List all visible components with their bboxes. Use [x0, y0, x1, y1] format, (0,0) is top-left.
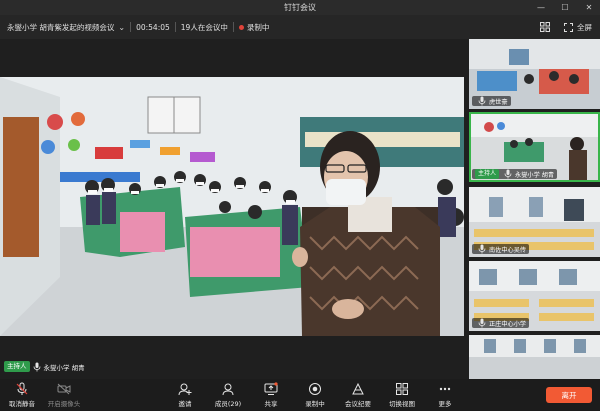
camera-off-icon	[57, 383, 71, 395]
close-icon[interactable]: ✕	[584, 0, 594, 15]
minutes-icon	[352, 382, 364, 395]
classroom-video-image	[0, 77, 464, 336]
record-dot-icon	[238, 24, 244, 30]
invite-label: 邀请	[178, 400, 192, 408]
window-controls: — ☐ ✕	[536, 0, 594, 15]
grid-layout-icon	[540, 22, 550, 32]
more-label: 更多	[438, 400, 452, 408]
participant-label: 主持人 永燮小学 胡青	[472, 169, 558, 179]
title-bar: 钉钉会议 — ☐ ✕	[0, 0, 600, 15]
participant-label: 正庄中心小学	[472, 318, 530, 328]
participant-thumbnails: ︿ 虎世豪	[469, 39, 600, 379]
participant-tile[interactable]: 南佐中心吴传	[469, 187, 600, 257]
grid-view-icon	[396, 383, 408, 395]
layout-button[interactable]	[540, 22, 550, 32]
meeting-minutes-button[interactable]: 会议纪要	[338, 382, 378, 410]
meeting-name: 永燮小学 胡青紫发起的视频会议	[7, 22, 115, 32]
divider	[174, 22, 176, 32]
window-title: 钉钉会议	[284, 3, 316, 12]
participant-label: 南佐中心吴传	[472, 244, 530, 254]
participants-status: 19人在会议中	[180, 22, 228, 32]
recording-status: 录制中	[246, 22, 270, 32]
participant-name: 永燮小学 胡青	[515, 171, 555, 179]
share-label: 共享	[264, 400, 278, 408]
add-user-icon	[178, 383, 192, 396]
microphone-icon	[33, 362, 40, 371]
more-button[interactable]: 更多	[425, 382, 465, 410]
meeting-toolbar: 取消静音 开启摄像头 邀请 成员(29) 共享 录制中 会议纪要 切换视图 更多…	[0, 379, 600, 411]
participant-label: 虎世豪	[472, 96, 511, 106]
maximize-icon[interactable]: ☐	[560, 0, 570, 15]
invite-button[interactable]: 邀请	[165, 382, 205, 410]
meeting-duration: 00:54:05	[136, 22, 170, 32]
members-icon	[222, 383, 234, 396]
switch-view-label: 切换视图	[389, 400, 415, 408]
meeting-window: 钉钉会议 — ☐ ✕ 永燮小学 胡青紫发起的视频会议 ⌄ 00:54:05 19…	[0, 0, 600, 411]
microphone-muted-icon	[16, 382, 28, 395]
recording-indicator: 录制中	[238, 22, 270, 33]
fullscreen-button[interactable]: 全屏	[564, 22, 592, 33]
participant-tile[interactable]	[469, 335, 600, 379]
main-video-feed[interactable]	[0, 77, 464, 336]
recording-label: 录制中	[305, 400, 325, 408]
share-button[interactable]: 共享	[251, 382, 291, 410]
more-icon	[439, 387, 451, 391]
recording-button[interactable]: 录制中	[295, 382, 335, 410]
record-icon	[309, 383, 321, 395]
host-badge: 主持人	[4, 361, 30, 372]
chevron-down-icon: ⌄	[118, 22, 126, 32]
participant-name: 虎世豪	[489, 98, 508, 106]
participant-tile-active[interactable]: 主持人 永燮小学 胡青	[469, 112, 600, 182]
start-camera-label: 开启摄像头	[47, 400, 81, 408]
participant-name: 正庄中心小学	[489, 320, 527, 328]
meeting-name-dropdown[interactable]: 永燮小学 胡青紫发起的视频会议 ⌄	[7, 22, 125, 33]
unmute-button[interactable]: 取消静音	[2, 382, 42, 410]
share-screen-icon	[264, 382, 278, 395]
main-speaker-tag: 主持人 永燮小学 胡青	[4, 361, 85, 372]
fullscreen-icon	[564, 22, 573, 32]
meeting-info-bar: 永燮小学 胡青紫发起的视频会议 ⌄ 00:54:05 19人在会议中 录制中 全…	[0, 15, 600, 39]
info-bar-actions: 全屏	[540, 15, 592, 39]
microphone-icon	[478, 244, 486, 254]
participant-name: 南佐中心吴传	[489, 246, 527, 254]
host-badge: 主持人	[475, 169, 500, 179]
minimize-icon[interactable]: —	[536, 0, 546, 15]
unmute-label: 取消静音	[9, 400, 35, 408]
microphone-icon	[478, 318, 486, 328]
meeting-minutes-label: 会议纪要	[345, 400, 371, 408]
members-button[interactable]: 成员(29)	[208, 382, 248, 410]
participant-tile[interactable]: 虎世豪	[469, 39, 600, 109]
microphone-icon	[504, 169, 512, 179]
divider	[130, 22, 132, 32]
switch-view-button[interactable]: 切换视图	[382, 382, 422, 410]
start-camera-button[interactable]: 开启摄像头	[44, 382, 84, 410]
main-speaker-name: 永燮小学 胡青	[43, 363, 85, 372]
participant-tile[interactable]: 正庄中心小学	[469, 261, 600, 331]
members-label: 成员(29)	[214, 400, 242, 408]
microphone-icon	[478, 96, 486, 106]
fullscreen-label: 全屏	[577, 22, 592, 32]
participant-video-image	[469, 335, 600, 379]
leave-meeting-button[interactable]: 离开	[546, 387, 592, 403]
divider	[232, 22, 234, 32]
